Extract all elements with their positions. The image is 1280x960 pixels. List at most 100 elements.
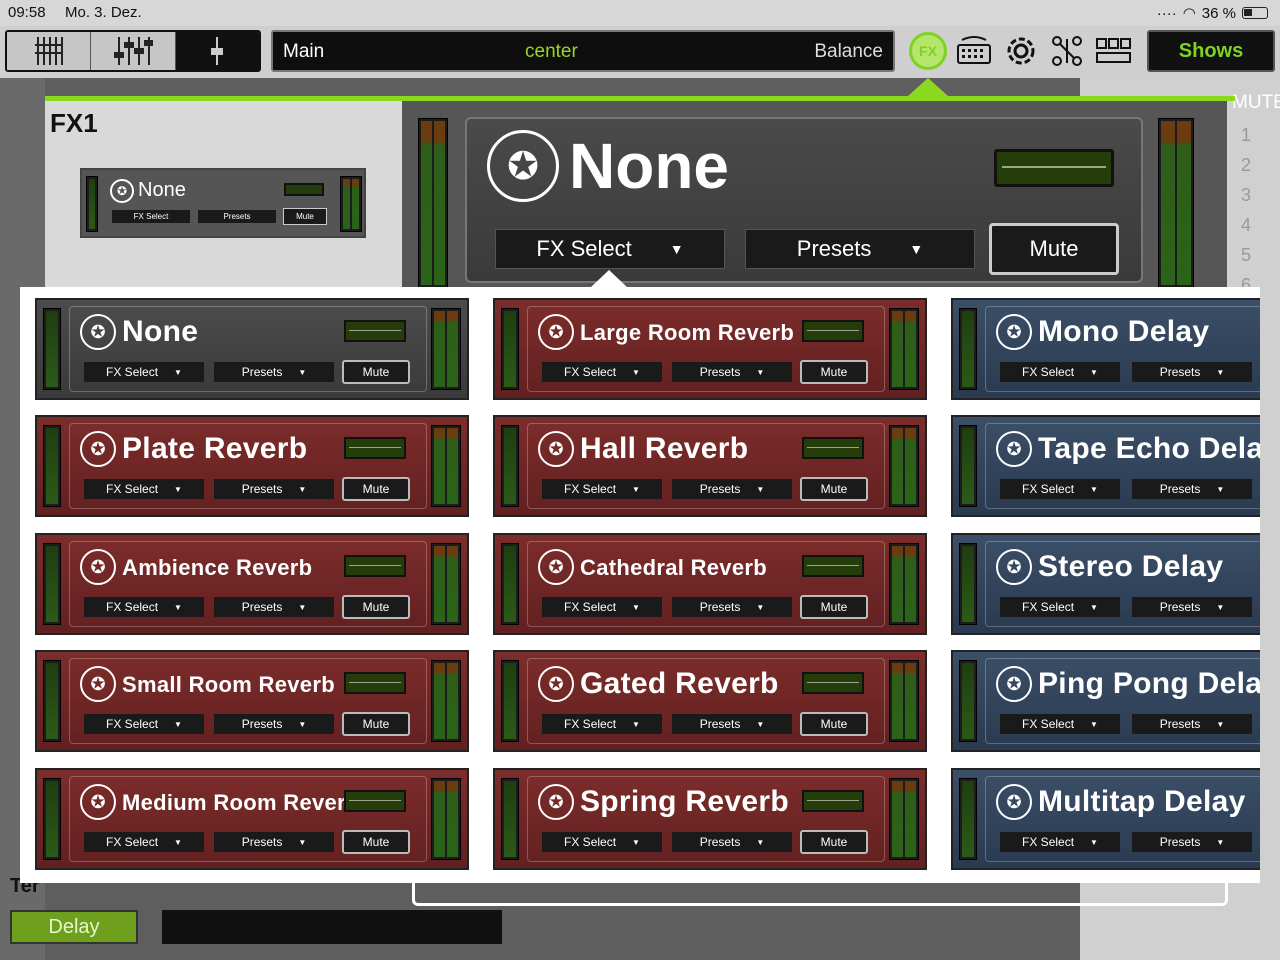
effect-card-hall-reverb[interactable]: ✪ Hall Reverb FX Select ▼ Presets ▼ Mute (493, 415, 927, 517)
fx-select-button[interactable]: FX Select ▼ (542, 362, 662, 382)
presets-button[interactable]: Presets ▼ (214, 479, 334, 499)
effect-card-cathedral-reverb[interactable]: ✪ Cathedral Reverb FX Select ▼ Presets ▼ Mute (493, 533, 927, 635)
mini-fx-select[interactable]: FX Select (112, 210, 190, 223)
effect-card-medium-room-reverb[interactable]: ✪ Medium Room Reverb FX Select ▼ Presets ▼ Mut… (35, 768, 469, 870)
presets-button[interactable]: Presets ▼ (745, 229, 975, 269)
effect-display (344, 672, 406, 694)
presets-button[interactable]: Presets ▼ (214, 597, 334, 617)
mute-button[interactable]: Mute (800, 360, 868, 384)
effect-card-large-room-reverb[interactable]: ✪ Large Room Reverb FX Select ▼ Presets ▼ Mute (493, 298, 927, 400)
mute-button[interactable]: Mute (800, 595, 868, 619)
mute-button[interactable]: Mute (989, 223, 1119, 275)
presets-button[interactable]: Presets ▼ (214, 362, 334, 382)
presets-button[interactable]: Presets ▼ (672, 362, 792, 382)
fx-select-button[interactable]: FX Select ▼ (1000, 714, 1120, 734)
mute-button[interactable]: Mute (800, 477, 868, 501)
effect-card-multitap-delay[interactable]: ✪Multitap DelayFX Select▼Presets▼Mute (951, 768, 1260, 870)
input-meter (501, 543, 519, 625)
presets-button[interactable]: Presets ▼ (672, 597, 792, 617)
fx-icon[interactable]: FX (909, 32, 947, 70)
mute-button[interactable]: Mute (342, 712, 410, 736)
mixer-view-icon[interactable] (7, 32, 92, 70)
gear-icon[interactable] (1002, 32, 1040, 70)
presets-button[interactable]: Presets ▼ (672, 479, 792, 499)
fx-select-button[interactable]: FX Select ▼ (495, 229, 725, 269)
effect-panel: ✪ Ambience Reverb FX Select ▼ Presets ▼ Mute (69, 541, 427, 627)
mute-button[interactable]: Mute (342, 360, 410, 384)
mute-button[interactable]: Mute (342, 477, 410, 501)
presets-button[interactable]: Presets ▼ (672, 714, 792, 734)
effect-display (802, 320, 864, 342)
mute-button[interactable]: Mute (800, 712, 868, 736)
effect-card-ping-pong-delay[interactable]: ✪Ping Pong DelayFX Select▼Presets▼Mute (951, 650, 1260, 752)
effect-card-small-room-reverb[interactable]: ✪ Small Room Reverb FX Select ▼ Presets ▼ Mute (35, 650, 469, 752)
presets-button[interactable]: Presets ▼ (672, 832, 792, 852)
popup-pointer (590, 270, 628, 288)
fx-select-button[interactable]: FX Select ▼ (1000, 479, 1120, 499)
fx-select-button[interactable]: FX Select ▼ (84, 597, 204, 617)
effect-card-none[interactable]: ✪ None FX Select ▼ Presets ▼ Mute (35, 298, 469, 400)
effect-card-ambience-reverb[interactable]: ✪ Ambience Reverb FX Select ▼ Presets ▼ Mute (35, 533, 469, 635)
mute-button[interactable]: Mute (342, 595, 410, 619)
channel-bar[interactable]: Main center Balance (271, 30, 895, 72)
effect-card-tape-echo-delay[interactable]: ✪Tape Echo DelayFX Select▼Presets▼Mute (951, 415, 1260, 517)
effect-name: Multitap Delay (1038, 785, 1246, 818)
mackie-logo-icon: ✪ (80, 314, 116, 350)
effect-name: Tape Echo Delay (1038, 432, 1260, 465)
fx-select-button[interactable]: FX Select ▼ (542, 832, 662, 852)
pan-value: center (525, 41, 578, 62)
fx-select-button[interactable]: FX Select ▼ (542, 714, 662, 734)
effect-card-plate-reverb[interactable]: ✪ Plate Reverb FX Select ▼ Presets ▼ Mute (35, 415, 469, 517)
presets-button[interactable]: Presets ▼ (1132, 362, 1252, 382)
effect-card-stereo-delay[interactable]: ✪Stereo DelayFX Select▼Presets▼Mute (951, 533, 1260, 635)
faders-view-icon[interactable] (91, 32, 176, 70)
dropdown-arrow-icon: ▼ (756, 719, 765, 729)
fx-select-button[interactable]: FX Select ▼ (1000, 832, 1120, 852)
fx-select-button[interactable]: FX Select ▼ (84, 479, 204, 499)
effect-card-gated-reverb[interactable]: ✪ Gated Reverb FX Select ▼ Presets ▼ Mute (493, 650, 927, 752)
single-channel-view-icon[interactable] (175, 32, 259, 70)
grid-icon[interactable] (1094, 32, 1132, 70)
effect-panel: ✪ Spring Reverb FX Select ▼ Presets ▼ Mute (527, 776, 885, 862)
fx-select-button[interactable]: FX Select ▼ (542, 597, 662, 617)
presets-button[interactable]: Presets ▼ (1132, 832, 1252, 852)
mackie-logo-icon: ✪ (996, 314, 1032, 350)
dropdown-arrow-icon: ▼ (298, 602, 307, 612)
dropdown-arrow-icon: ▼ (298, 367, 307, 377)
presets-button[interactable]: Presets ▼ (1132, 714, 1252, 734)
fx1-display (994, 149, 1114, 187)
fx1-mini-unit[interactable]: ✪ None FX Select Presets Mute (80, 168, 366, 238)
routing-icon[interactable] (1048, 32, 1086, 70)
dropdown-arrow-icon: ▼ (1090, 602, 1098, 612)
dropdown-arrow-icon: ▼ (1090, 484, 1098, 494)
mini-presets[interactable]: Presets (198, 210, 276, 223)
fx-select-button[interactable]: FX Select ▼ (84, 714, 204, 734)
view-selector[interactable] (5, 30, 261, 72)
mute-button[interactable]: Mute (342, 830, 410, 854)
fx-select-button[interactable]: FX Select ▼ (1000, 362, 1120, 382)
shows-button[interactable]: Shows (1147, 30, 1275, 72)
effect-panel: ✪ Cathedral Reverb FX Select ▼ Presets ▼ Mute (527, 541, 885, 627)
fx-select-button[interactable]: FX Select ▼ (1000, 597, 1120, 617)
effect-display (344, 437, 406, 459)
effect-card-mono-delay[interactable]: ✪Mono DelayFX Select▼Presets▼Mute (951, 298, 1260, 400)
effect-panel: ✪Tape Echo DelayFX Select▼Presets▼Mute (985, 423, 1260, 509)
mini-mute-button[interactable]: Mute (283, 208, 327, 225)
effect-card-spring-reverb[interactable]: ✪ Spring Reverb FX Select ▼ Presets ▼ Mute (493, 768, 927, 870)
effect-name: Hall Reverb (580, 432, 749, 465)
dropdown-arrow-icon: ▼ (756, 837, 765, 847)
keyboard-icon[interactable] (955, 32, 993, 70)
mute-button[interactable]: Mute (800, 830, 868, 854)
delay-button[interactable]: Delay (10, 910, 138, 944)
mackie-logo-icon: ✪ (996, 431, 1032, 467)
fx-select-button[interactable]: FX Select ▼ (542, 479, 662, 499)
balance-label: Balance (814, 41, 883, 62)
fx-select-button[interactable]: FX Select ▼ (84, 832, 204, 852)
tempo-field[interactable] (162, 910, 502, 944)
effect-name: Ambience Reverb (122, 555, 313, 580)
presets-button[interactable]: Presets ▼ (1132, 479, 1252, 499)
presets-button[interactable]: Presets ▼ (1132, 597, 1252, 617)
presets-button[interactable]: Presets ▼ (214, 714, 334, 734)
presets-button[interactable]: Presets ▼ (214, 832, 334, 852)
fx-select-button[interactable]: FX Select ▼ (84, 362, 204, 382)
